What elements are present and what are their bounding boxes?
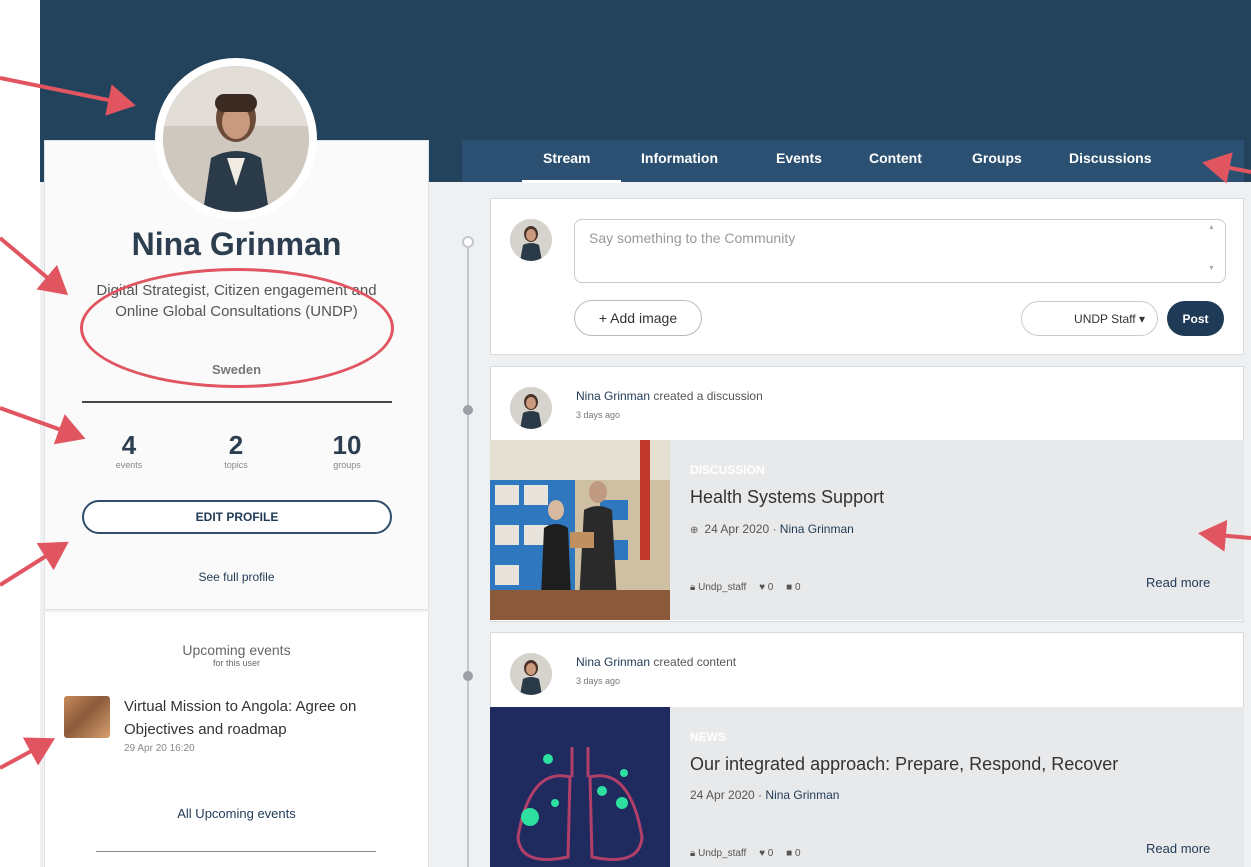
lungs-illustration (490, 707, 670, 867)
upcoming-events-title: Upcoming events (182, 642, 291, 658)
all-upcoming-events-link[interactable]: All Upcoming events (44, 806, 429, 821)
active-tab-indicator (522, 180, 621, 183)
like-count: 0 (767, 582, 774, 593)
tab-content[interactable]: Content (869, 150, 922, 166)
author-link[interactable]: Nina Grinman (576, 389, 650, 403)
profile-name: Nina Grinman (131, 226, 342, 262)
activity-action: created content (653, 655, 737, 669)
timeline-dot (463, 405, 473, 415)
stat-groups-value: 10 (332, 430, 362, 460)
stat-topics-value: 2 (228, 430, 244, 460)
scroll-up-icon[interactable]: ▲ (1208, 224, 1215, 231)
profile-avatar[interactable] (163, 66, 309, 212)
heart-icon[interactable]: ♥ (759, 848, 765, 859)
activity-time: 3 days ago (576, 410, 621, 420)
tab-information[interactable]: Information (641, 150, 718, 166)
item-date-line: ⊕ 24 Apr 2020 · Nina Grinman (690, 522, 854, 536)
activity-time: 3 days ago (576, 676, 621, 686)
discussion-image[interactable] (490, 440, 670, 620)
page-margin (0, 0, 40, 182)
comment-icon[interactable]: ■ (786, 582, 792, 593)
post-input[interactable] (574, 219, 1226, 283)
comment-icon[interactable]: ■ (786, 848, 792, 859)
item-date-line: 24 Apr 2020 · Nina Grinman (690, 788, 839, 802)
stat-groups[interactable]: 10 groups (302, 430, 392, 470)
profile-divider (82, 401, 392, 403)
lock-icon: 🔒︎ (690, 582, 696, 593)
stat-events-value: 4 (121, 430, 137, 460)
event-title-link[interactable]: Virtual Mission to Angola: Agree on Obje… (124, 695, 414, 741)
item-date: 24 Apr 2020 · (704, 522, 777, 536)
item-author-link[interactable]: Nina Grinman (765, 788, 839, 802)
read-more-link[interactable]: Read more (1146, 841, 1210, 856)
post-button[interactable]: Post (1167, 301, 1224, 336)
avatar-image (510, 653, 552, 695)
tab-discussions[interactable]: Discussions (1069, 150, 1151, 166)
visibility-dropdown[interactable]: UNDP Staff ▾ (1021, 301, 1158, 336)
globe-icon: ⊕ (690, 525, 699, 536)
like-count: 0 (767, 848, 774, 859)
stat-groups-label: groups (333, 460, 361, 470)
see-full-profile-link[interactable]: See full profile (44, 570, 429, 584)
news-image[interactable] (490, 707, 670, 867)
composer-avatar (510, 219, 552, 261)
avatar-image (510, 219, 552, 261)
activity-line: Nina Grinman created a discussion (576, 389, 763, 403)
author-avatar[interactable] (510, 653, 552, 695)
annotation-ellipse (80, 268, 394, 388)
tab-events[interactable]: Events (776, 150, 822, 166)
photo-image (490, 440, 670, 620)
item-stats: 🔒︎ Undp_staff ♥ 0 ■ 0 (690, 582, 801, 593)
tab-groups[interactable]: Groups (972, 150, 1022, 166)
content-kind-label: DISCUSSION (690, 463, 765, 477)
content-kind-label: NEWS (690, 730, 726, 744)
add-image-button[interactable]: + Add image (574, 300, 702, 336)
page-margin (0, 182, 40, 867)
item-stats: 🔒︎ Undp_staff ♥ 0 ■ 0 (690, 848, 801, 859)
read-more-link[interactable]: Read more (1146, 575, 1210, 590)
lock-icon: 🔒︎ (690, 848, 696, 859)
item-author-link[interactable]: Nina Grinman (780, 522, 854, 536)
activity-line: Nina Grinman created content (576, 655, 736, 669)
timeline-dot (463, 671, 473, 681)
stat-topics[interactable]: 2 topics (191, 430, 281, 470)
avatar-image (163, 66, 309, 212)
discussion-title-link[interactable]: Health Systems Support (690, 487, 884, 508)
timeline-line (467, 240, 469, 867)
events-divider (96, 851, 376, 852)
author-link[interactable]: Nina Grinman (576, 655, 650, 669)
stat-events-label: events (115, 460, 143, 470)
upcoming-events-subtitle: for this user (212, 658, 261, 668)
news-title-link[interactable]: Our integrated approach: Prepare, Respon… (690, 754, 1118, 775)
comment-count: 0 (794, 582, 801, 593)
group-link[interactable]: Undp_staff (698, 848, 746, 859)
group-link[interactable]: Undp_staff (698, 582, 746, 593)
avatar-image (510, 387, 552, 429)
event-thumbnail[interactable] (64, 696, 110, 738)
stat-topics-label: topics (224, 460, 248, 470)
event-date: 29 Apr 20 16:20 (124, 743, 195, 754)
tab-stream[interactable]: Stream (543, 150, 590, 166)
item-date: 24 Apr 2020 · (690, 788, 763, 802)
scroll-down-icon[interactable]: ▼ (1208, 265, 1215, 272)
timeline-dot (462, 236, 474, 248)
activity-action: created a discussion (653, 389, 763, 403)
stat-events[interactable]: 4 events (84, 430, 174, 470)
comment-count: 0 (794, 848, 801, 859)
edit-profile-button[interactable]: EDIT PROFILE (82, 500, 392, 534)
author-avatar[interactable] (510, 387, 552, 429)
heart-icon[interactable]: ♥ (759, 582, 765, 593)
